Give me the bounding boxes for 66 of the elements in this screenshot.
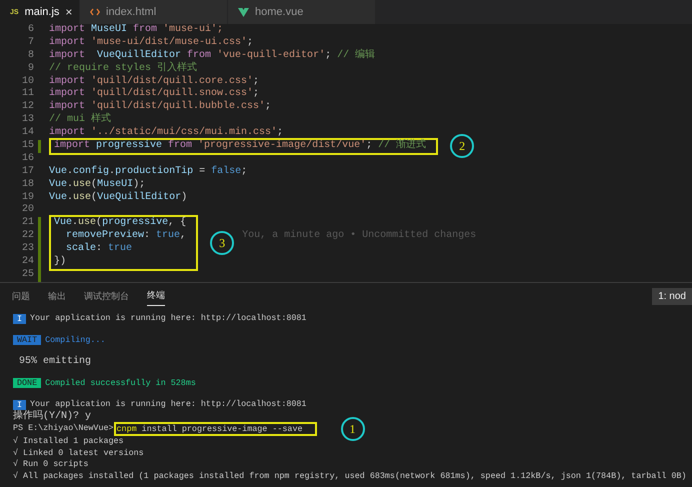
code-line: removePreview: true, — [66, 230, 186, 242]
status-badge: I — [13, 314, 26, 324]
status-badge: WAIT — [13, 335, 42, 346]
terminal-text: √ Linked 0 latest versions — [13, 448, 144, 459]
callout-number: 1 — [340, 417, 364, 441]
status-badge: I — [13, 400, 26, 410]
status-badge: DONE — [13, 378, 42, 388]
line-number: 15 — [20, 140, 34, 153]
line-number: 11 — [20, 88, 34, 101]
terminal-text: Compiling... — [45, 334, 106, 346]
code-line: Vue.use(progressive, { — [54, 217, 186, 230]
panel-tab[interactable]: 终端 — [147, 286, 165, 306]
code-line: import 'quill/dist/quill.bubble.css'; — [49, 101, 272, 112]
line-number: 22 — [20, 230, 34, 243]
line-number: 21 — [20, 217, 34, 230]
terminal-text: Compiled successfully in 528ms — [45, 378, 196, 389]
code-line: import '../static/mui/css/mui.min.css'; — [49, 127, 284, 140]
terminal-selector[interactable]: 1: nod — [652, 288, 692, 304]
code-line: import MuseUI from 'muse-ui'; — [49, 24, 224, 36]
line-number: 6 — [26, 24, 34, 37]
terminal-text: Your application is running here: http://localhost:8081 — [30, 399, 306, 410]
shell-prompt: PS E:\zhiyao\NewVue> — [13, 423, 114, 435]
code-line: import progressive from 'progressive-image/dist/vue'; // 渐进式 — [54, 140, 426, 153]
code-line: // mui 样式 — [49, 114, 112, 126]
line-number: 19 — [20, 192, 34, 204]
vue-logo-icon — [238, 8, 249, 16]
editor-tab[interactable]: home.vue — [228, 0, 376, 24]
editor-tab[interactable]: index.html — [80, 0, 228, 24]
code-line: // require styles 引入样式 — [49, 62, 198, 76]
terminal-text: √ All packages installed (1 packages installed from npm registry, used 683ms(network 681ms), speed 1.12kB/s, json 1(784B), tarball 0B) — [13, 470, 686, 482]
close-icon[interactable]: × — [65, 5, 72, 19]
code-line: Vue.config.productionTip = false; — [49, 166, 248, 178]
line-number: 9 — [26, 62, 34, 76]
panel-tab[interactable]: 调试控制台 — [84, 286, 129, 306]
callout-number: 2 — [450, 134, 474, 158]
line-number: 17 — [20, 166, 34, 179]
code-line: Vue.use(VueQuillEditor) — [49, 192, 188, 204]
line-number: 12 — [20, 101, 34, 114]
git-blame-hint: You, a minute ago • Uncommitted changes — [242, 230, 476, 244]
code-line: import 'quill/dist/quill.core.css'; — [49, 76, 260, 88]
code-line: import VueQuillEditor from 'vue-quill-editor'; // 编辑 — [49, 50, 376, 62]
panel-tab[interactable]: 问题 — [12, 286, 30, 306]
line-number: 7 — [26, 36, 34, 50]
line-number: 24 — [20, 256, 34, 269]
line-number: 10 — [20, 76, 34, 88]
terminal-text: √ Installed 1 packages — [13, 436, 124, 448]
line-number: 16 — [20, 152, 34, 166]
code-line: import 'muse-ui/dist/muse-ui.css'; — [49, 36, 254, 50]
code-line: scale: true — [66, 243, 132, 256]
line-number: 25 — [20, 268, 34, 282]
terminal-text: 95% emitting — [18, 356, 92, 368]
terminal-text: Your application is running here: http://localhost:8081 — [30, 313, 306, 324]
line-number: 8 — [26, 50, 34, 63]
terminal-text: √ Run 0 scripts — [13, 459, 88, 470]
code-line: }) — [54, 256, 66, 269]
callout-number: 3 — [210, 231, 234, 256]
line-number: 13 — [20, 114, 34, 127]
code-brackets-icon — [90, 8, 100, 16]
code-line: Vue.use(MuseUI); — [49, 178, 146, 192]
line-number: 20 — [20, 204, 34, 217]
line-number: 14 — [20, 127, 34, 140]
line-number: 23 — [20, 243, 34, 256]
code-line: import 'quill/dist/quill.snow.css'; — [49, 88, 260, 100]
panel-tab[interactable]: 输出 — [48, 286, 66, 306]
terminal-text: 操作吗(Y/N)? y — [13, 410, 92, 422]
line-number: 18 — [20, 178, 34, 192]
